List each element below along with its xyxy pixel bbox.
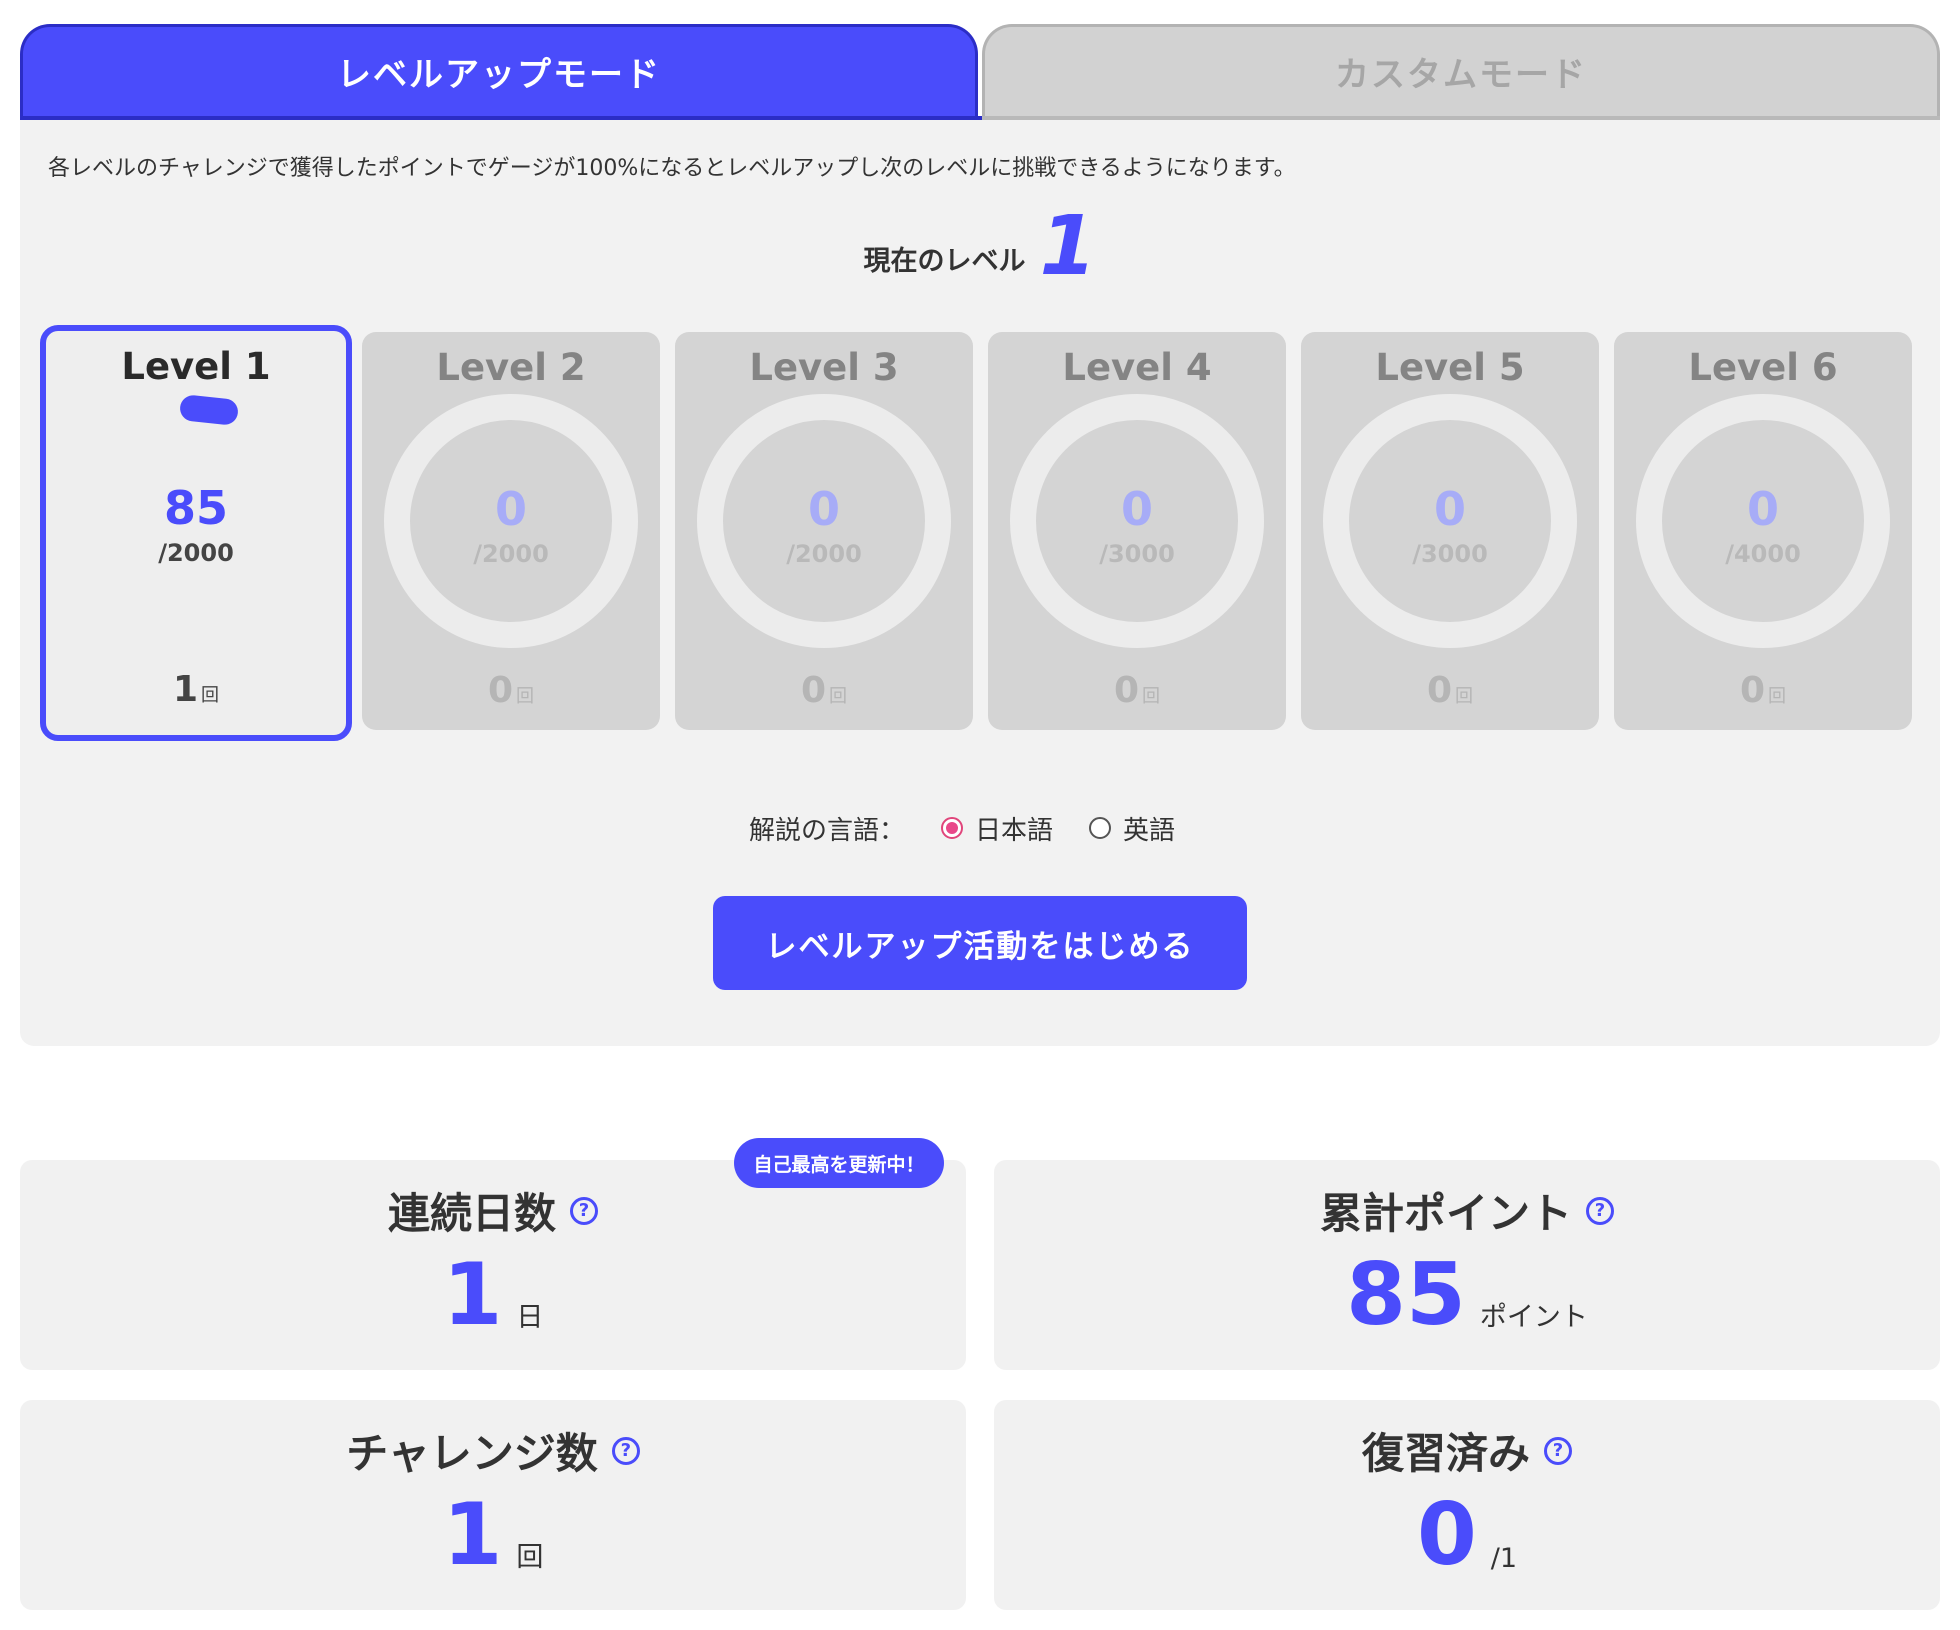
stat-header: 累計ポイント ? — [994, 1180, 1940, 1241]
current-level-value: 1 — [1039, 199, 1097, 294]
level-max-points: /2000 — [158, 539, 234, 567]
count-unit: 回 — [829, 686, 848, 707]
stat-title: 復習済み — [1361, 1429, 1530, 1478]
level-points: 0 — [1746, 482, 1779, 536]
count-number: 0 — [1739, 670, 1766, 711]
help-icon[interactable]: ? — [570, 1196, 598, 1225]
level-title: Level 2 — [436, 346, 586, 389]
level-card-6: Level 6 0 /4000 0回 — [1614, 332, 1912, 730]
level-challenge-count: 0回 — [1614, 670, 1912, 711]
count-number: 1 — [172, 669, 199, 710]
mode-description: 各レベルのチャレンジで獲得したポイントでゲージが100%になるとレベルアップし次… — [48, 156, 1296, 181]
tab-custom-mode[interactable]: カスタムモード — [982, 24, 1940, 116]
stat-card-challenges: チャレンジ数 ? 1 回 — [20, 1400, 966, 1610]
mode-tabs: レベルアップモード カスタムモード — [20, 24, 1940, 120]
language-label: 解説の言語： — [748, 815, 905, 846]
count-number: 0 — [1113, 670, 1140, 711]
language-option-label: 英語 — [1123, 815, 1176, 846]
help-icon[interactable]: ? — [1586, 1196, 1614, 1225]
stat-value: 0 — [1416, 1485, 1477, 1585]
current-level-label: 現在のレベル — [863, 246, 1026, 277]
level-points: 85 — [163, 481, 228, 535]
stat-card-reviewed: 復習済み ? 0 /1 — [994, 1400, 1940, 1610]
level-title: Level 5 — [1375, 346, 1525, 389]
level-challenge-count: 0回 — [1301, 670, 1599, 711]
progress-gauge-icon — [178, 394, 240, 426]
stat-body: 1 日 — [20, 1252, 966, 1338]
stat-title: 連続日数 — [387, 1189, 556, 1238]
level-card-1[interactable]: Level 1 85 /2000 1回 — [40, 325, 352, 741]
level-card-4: Level 4 0 /3000 0回 — [988, 332, 1286, 730]
stat-value: 85 — [1346, 1245, 1466, 1345]
level-challenge-count: 0回 — [988, 670, 1286, 711]
level-challenge-count: 0回 — [362, 670, 660, 711]
level-card-3: Level 3 0 /2000 0回 — [675, 332, 973, 730]
help-icon[interactable]: ? — [1544, 1436, 1572, 1465]
start-levelup-button[interactable]: レベルアップ活動をはじめる — [713, 896, 1247, 990]
stat-card-total-points: 累計ポイント ? 85 ポイント — [994, 1160, 1940, 1370]
count-unit: 回 — [1455, 686, 1474, 707]
level-points: 0 — [494, 482, 527, 536]
stat-body: 1 回 — [20, 1492, 966, 1578]
levelup-panel: 各レベルのチャレンジで獲得したポイントでゲージが100%になるとレベルアップし次… — [20, 120, 1940, 1046]
stat-title: チャレンジ数 — [346, 1429, 598, 1478]
stat-body: 0 /1 — [994, 1492, 1940, 1578]
stat-unit: 日 — [516, 1302, 544, 1333]
language-option-label: 日本語 — [974, 815, 1053, 846]
level-card-2: Level 2 0 /2000 0回 — [362, 332, 660, 730]
level-max-points: /3000 — [1099, 540, 1175, 568]
radio-japanese[interactable] — [940, 817, 963, 839]
stat-value: 1 — [442, 1485, 503, 1585]
help-icon[interactable]: ? — [611, 1436, 640, 1465]
stat-header: 連続日数 ? — [20, 1180, 966, 1241]
personal-best-badge: 自己最高を更新中！ — [734, 1138, 944, 1188]
count-unit: 回 — [1768, 686, 1787, 707]
stat-unit: 回 — [516, 1542, 544, 1573]
level-max-points: /4000 — [1725, 540, 1801, 568]
count-number: 0 — [800, 670, 827, 711]
level-card-5: Level 5 0 /3000 0回 — [1301, 332, 1599, 730]
level-max-points: /2000 — [786, 540, 862, 568]
radio-english[interactable] — [1089, 817, 1111, 839]
stat-card-streak: 連続日数 ? 1 日 — [20, 1160, 966, 1370]
level-points: 0 — [1120, 482, 1153, 536]
level-title: Level 3 — [749, 346, 899, 389]
stat-unit: /1 — [1490, 1543, 1518, 1574]
stat-header: 復習済み ? — [994, 1420, 1940, 1481]
level-max-points: /3000 — [1412, 540, 1488, 568]
stat-body: 85 ポイント — [994, 1252, 1940, 1338]
count-number: 0 — [1426, 670, 1453, 711]
level-title: Level 1 — [121, 345, 271, 388]
language-option-english[interactable]: 英語 — [1089, 810, 1175, 847]
language-selector: 解説の言語： 日本語 英語 — [20, 806, 1940, 850]
stat-unit: ポイント — [1479, 1302, 1588, 1333]
count-unit: 回 — [201, 685, 220, 706]
count-number: 0 — [487, 670, 514, 711]
level-points: 0 — [1433, 482, 1466, 536]
stat-title: 累計ポイント — [1319, 1189, 1572, 1238]
level-max-points: /2000 — [473, 540, 549, 568]
count-unit: 回 — [516, 686, 535, 707]
level-challenge-count: 1回 — [46, 669, 346, 710]
count-unit: 回 — [1142, 686, 1161, 707]
stat-header: チャレンジ数 ? — [20, 1420, 966, 1481]
level-points: 0 — [807, 482, 840, 536]
stat-value: 1 — [442, 1245, 503, 1345]
level-title: Level 4 — [1062, 346, 1212, 389]
level-challenge-count: 0回 — [675, 670, 973, 711]
current-level: 現在のレベル 1 — [20, 198, 1940, 288]
tab-levelup-mode[interactable]: レベルアップモード — [20, 24, 978, 116]
level-title: Level 6 — [1688, 346, 1838, 389]
language-option-japanese[interactable]: 日本語 — [940, 810, 1053, 847]
